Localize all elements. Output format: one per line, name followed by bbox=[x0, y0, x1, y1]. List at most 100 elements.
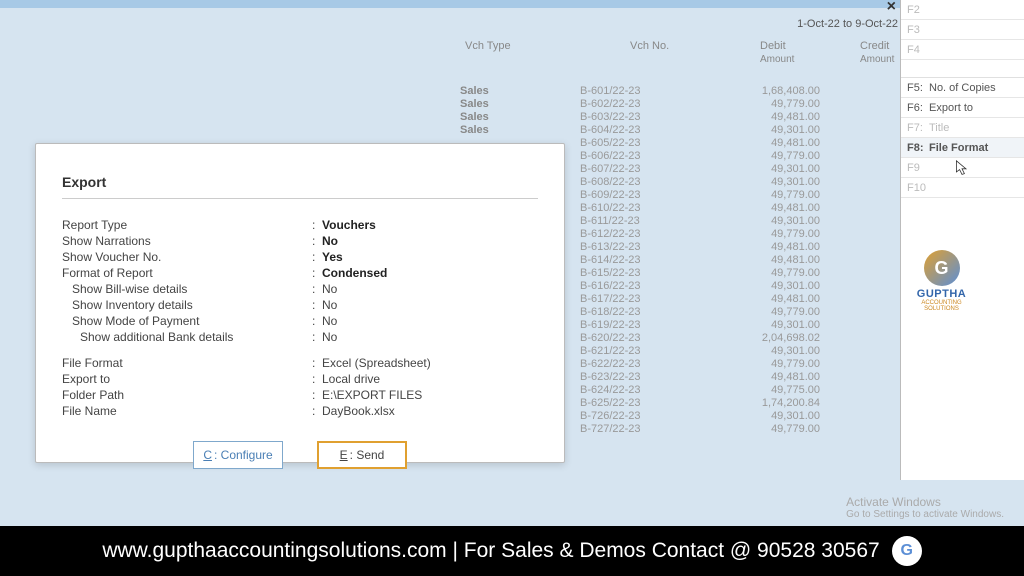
cell-vno: B-605/22-23 bbox=[580, 137, 700, 150]
rp-f9[interactable]: F9 bbox=[901, 158, 1024, 178]
cell-debit: 49,481.00 bbox=[700, 241, 820, 254]
cell-vno: B-625/22-23 bbox=[580, 397, 700, 410]
cell-debit: 49,301.00 bbox=[700, 124, 820, 137]
logo-sub: ACCOUNTING SOLUTIONS bbox=[909, 300, 974, 312]
cell-debit: 49,779.00 bbox=[700, 306, 820, 319]
rp-f3[interactable]: F3 bbox=[901, 20, 1024, 40]
cell-debit: 49,301.00 bbox=[700, 163, 820, 176]
field-folder: Folder Path:E:\EXPORT FILES bbox=[62, 387, 538, 403]
field-file-format: File Format:Excel (Spreadsheet) bbox=[62, 355, 538, 371]
cell-debit: 49,301.00 bbox=[700, 345, 820, 358]
field-format: Format of Report:Condensed bbox=[62, 265, 538, 281]
cell-vno: B-606/22-23 bbox=[580, 150, 700, 163]
cell-debit: 49,481.00 bbox=[700, 111, 820, 124]
cell-type: Sales bbox=[460, 98, 580, 111]
cell-debit: 49,301.00 bbox=[700, 176, 820, 189]
footer-logo-icon: G bbox=[892, 536, 922, 566]
cell-vno: B-603/22-23 bbox=[580, 111, 700, 124]
field-bill: Show Bill-wise details:No bbox=[62, 281, 538, 297]
logo-icon: G bbox=[924, 250, 960, 286]
cell-vno: B-727/22-23 bbox=[580, 423, 700, 436]
cell-credit bbox=[820, 228, 900, 241]
cell-vno: B-602/22-23 bbox=[580, 98, 700, 111]
col-credit-amt: Amount bbox=[860, 54, 894, 65]
rp-f6[interactable]: F6:Export to bbox=[901, 98, 1024, 118]
cell-credit bbox=[820, 150, 900, 163]
export-modal: Export Report Type:Vouchers Show Narrati… bbox=[35, 143, 565, 463]
cell-debit: 49,779.00 bbox=[700, 150, 820, 163]
cell-vno: B-615/22-23 bbox=[580, 267, 700, 280]
col-debit: Debit bbox=[760, 40, 786, 52]
table-row[interactable]: SalesB-604/22-2349,301.00 bbox=[460, 124, 900, 137]
cell-debit: 49,775.00 bbox=[700, 384, 820, 397]
footer-bar: www.gupthaaccountingsolutions.com | For … bbox=[0, 526, 1024, 576]
cell-vno: B-621/22-23 bbox=[580, 345, 700, 358]
field-show-narrations: Show Narrations:No bbox=[62, 233, 538, 249]
cell-credit bbox=[820, 332, 900, 345]
cell-credit bbox=[820, 293, 900, 306]
cell-debit: 49,779.00 bbox=[700, 189, 820, 202]
cell-debit: 49,301.00 bbox=[700, 319, 820, 332]
cell-credit bbox=[820, 384, 900, 397]
activate-windows: Activate Windows Go to Settings to activ… bbox=[846, 495, 1004, 520]
cell-debit: 49,481.00 bbox=[700, 202, 820, 215]
cell-vno: B-614/22-23 bbox=[580, 254, 700, 267]
field-filename: File Name:DayBook.xlsx bbox=[62, 403, 538, 419]
configure-button[interactable]: C: Configure bbox=[193, 441, 283, 469]
cell-credit bbox=[820, 124, 900, 137]
cell-credit bbox=[820, 254, 900, 267]
cell-debit: 49,779.00 bbox=[700, 98, 820, 111]
cell-vno: B-617/22-23 bbox=[580, 293, 700, 306]
cell-vno: B-601/22-23 bbox=[580, 85, 700, 98]
cell-credit bbox=[820, 319, 900, 332]
cell-debit: 49,779.00 bbox=[700, 358, 820, 371]
cell-debit: 49,481.00 bbox=[700, 137, 820, 150]
cell-vno: B-726/22-23 bbox=[580, 410, 700, 423]
table-row[interactable]: SalesB-602/22-2349,779.00 bbox=[460, 98, 900, 111]
cell-debit: 2,04,698.02 bbox=[700, 332, 820, 345]
cell-debit: 49,301.00 bbox=[700, 215, 820, 228]
cell-credit bbox=[820, 397, 900, 410]
cell-vno: B-610/22-23 bbox=[580, 202, 700, 215]
cell-vno: B-620/22-23 bbox=[580, 332, 700, 345]
table-row[interactable]: SalesB-601/22-231,68,408.00 bbox=[460, 85, 900, 98]
col-vch-type: Vch Type bbox=[465, 40, 511, 52]
cell-credit bbox=[820, 241, 900, 254]
footer-text: www.gupthaaccountingsolutions.com | For … bbox=[102, 539, 879, 563]
cell-debit: 49,301.00 bbox=[700, 410, 820, 423]
date-range: 1-Oct-22 to 9-Oct-22 bbox=[797, 18, 898, 30]
cell-vno: B-618/22-23 bbox=[580, 306, 700, 319]
cell-vno: B-613/22-23 bbox=[580, 241, 700, 254]
cell-vno: B-622/22-23 bbox=[580, 358, 700, 371]
close-icon[interactable]: × bbox=[887, 0, 896, 16]
col-vch-no: Vch No. bbox=[630, 40, 669, 52]
send-button[interactable]: E: Send bbox=[317, 441, 407, 469]
top-bar bbox=[0, 0, 1024, 8]
cell-credit bbox=[820, 358, 900, 371]
cell-vno: B-624/22-23 bbox=[580, 384, 700, 397]
field-show-vno: Show Voucher No.:Yes bbox=[62, 249, 538, 265]
cell-debit: 1,74,200.84 bbox=[700, 397, 820, 410]
rp-f7[interactable]: F7:Title bbox=[901, 118, 1024, 138]
cell-debit: 49,779.00 bbox=[700, 423, 820, 436]
rp-f8[interactable]: F8:File Format bbox=[901, 138, 1024, 158]
cell-vno: B-608/22-23 bbox=[580, 176, 700, 189]
cell-credit bbox=[820, 137, 900, 150]
cell-credit bbox=[820, 267, 900, 280]
table-row[interactable]: SalesB-603/22-2349,481.00 bbox=[460, 111, 900, 124]
cell-vno: B-616/22-23 bbox=[580, 280, 700, 293]
cell-credit bbox=[820, 85, 900, 98]
rp-f2[interactable]: F2 bbox=[901, 0, 1024, 20]
rp-f4[interactable]: F4 bbox=[901, 40, 1024, 60]
cell-debit: 1,68,408.00 bbox=[700, 85, 820, 98]
cell-credit bbox=[820, 215, 900, 228]
cell-credit bbox=[820, 371, 900, 384]
cell-credit bbox=[820, 202, 900, 215]
rp-f5[interactable]: F5:No. of Copies bbox=[901, 78, 1024, 98]
cell-debit: 49,779.00 bbox=[700, 267, 820, 280]
cell-credit bbox=[820, 189, 900, 202]
cell-type: Sales bbox=[460, 85, 580, 98]
cell-credit bbox=[820, 163, 900, 176]
right-panel: F2 F3 F4 F5:No. of Copies F6:Export to F… bbox=[900, 0, 1024, 480]
rp-f10[interactable]: F10 bbox=[901, 178, 1024, 198]
